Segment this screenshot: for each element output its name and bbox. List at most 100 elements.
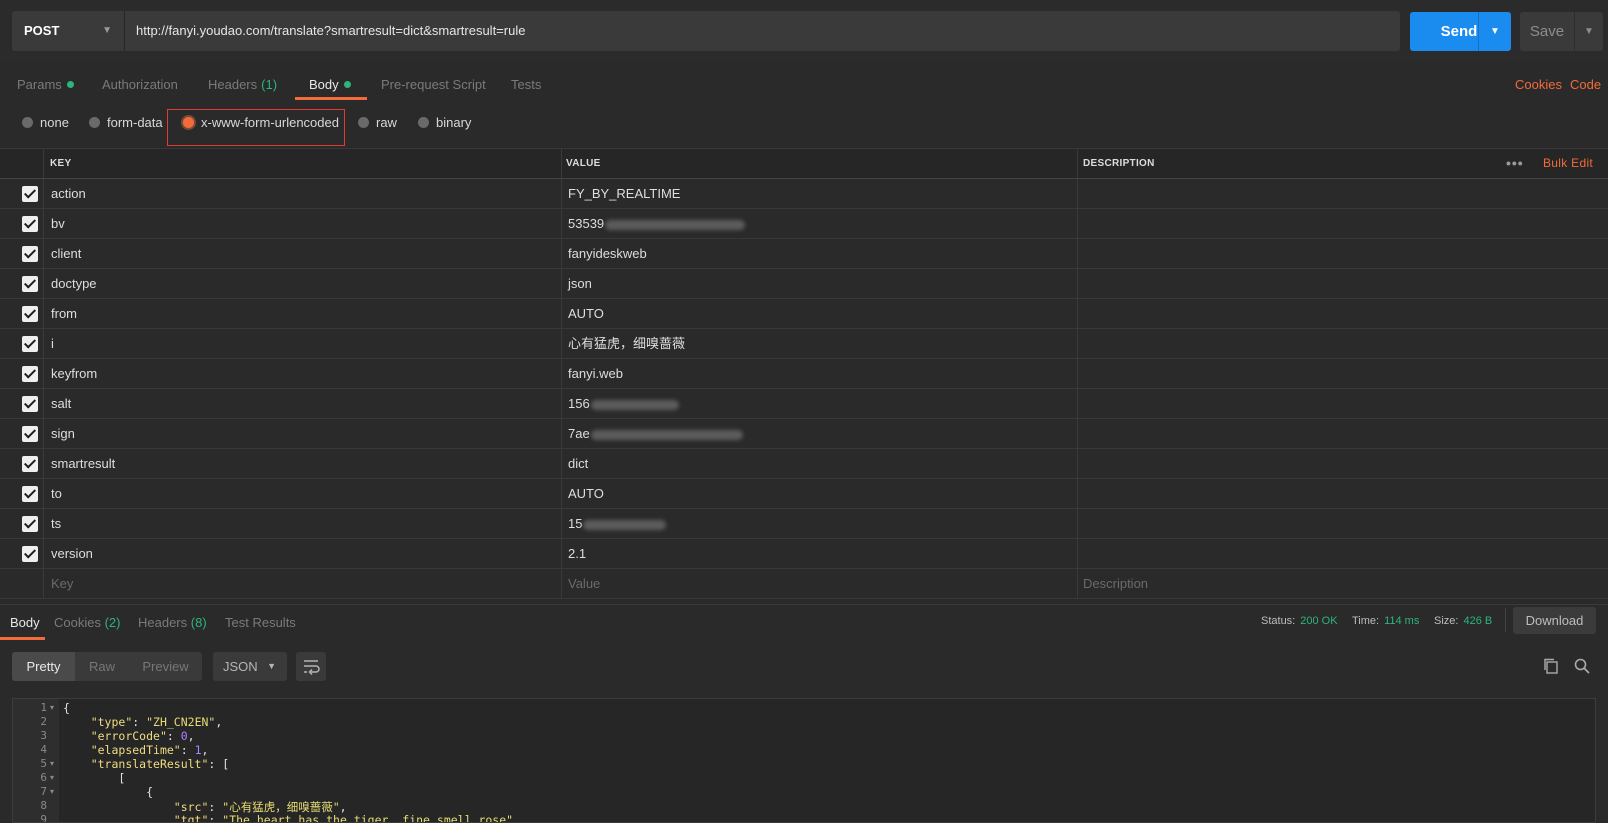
row-checkbox[interactable] (22, 546, 38, 562)
row-checkbox[interactable] (22, 396, 38, 412)
param-key[interactable]: to (51, 479, 62, 508)
param-value[interactable]: fanyi.web (568, 359, 623, 388)
param-description[interactable] (1083, 269, 1583, 298)
row-checkbox[interactable] (22, 426, 38, 442)
param-description[interactable] (1083, 359, 1583, 388)
redacted-blur (605, 219, 746, 230)
param-key[interactable]: keyfrom (51, 359, 97, 388)
param-description[interactable] (1083, 449, 1583, 478)
param-key[interactable]: ts (51, 509, 61, 538)
param-value[interactable]: 15 (568, 509, 667, 538)
param-key[interactable]: client (51, 239, 81, 268)
param-value[interactable]: json (568, 269, 592, 298)
row-checkbox[interactable] (22, 456, 38, 472)
param-key[interactable]: salt (51, 389, 71, 418)
param-description[interactable] (1083, 389, 1583, 418)
param-value[interactable]: 心有猛虎，细嗅蔷薇 (568, 329, 685, 358)
param-description[interactable] (1083, 179, 1583, 208)
cookies-link[interactable]: Cookies (1515, 77, 1562, 92)
param-description[interactable] (1083, 239, 1583, 268)
response-tab-headers[interactable]: Headers (8) (138, 615, 207, 630)
param-value[interactable]: AUTO (568, 479, 604, 508)
tab-headers[interactable]: Headers (1) (208, 75, 277, 101)
new-description-input[interactable]: Description (1083, 569, 1148, 598)
more-options-icon[interactable]: ••• (1506, 149, 1524, 178)
row-checkbox[interactable] (22, 516, 38, 532)
param-value[interactable]: fanyideskweb (568, 239, 647, 268)
tab-tests[interactable]: Tests (511, 75, 541, 101)
response-tab-cookies[interactable]: Cookies (2) (54, 615, 120, 630)
row-checkbox[interactable] (22, 486, 38, 502)
divider (1077, 389, 1078, 418)
row-checkbox[interactable] (22, 366, 38, 382)
param-value[interactable]: FY_BY_REALTIME (568, 179, 680, 208)
url-input[interactable]: http://fanyi.youdao.com/translate?smartr… (124, 11, 1400, 51)
param-key[interactable]: sign (51, 419, 75, 448)
param-description[interactable] (1083, 509, 1583, 538)
param-key[interactable]: i (51, 329, 54, 358)
row-checkbox[interactable] (22, 246, 38, 262)
save-options-button[interactable]: ▼ (1574, 12, 1603, 51)
response-tab-test-results[interactable]: Test Results (225, 615, 296, 630)
copy-icon[interactable] (1543, 658, 1559, 674)
tab-authorization[interactable]: Authorization (102, 75, 178, 101)
response-code-editor[interactable]: 1▾2345▾6▾7▾8910 { "type": "ZH_CN2EN", "e… (12, 698, 1596, 823)
new-key-input[interactable]: Key (51, 569, 73, 598)
param-value[interactable]: AUTO (568, 299, 604, 328)
tab-prerequest-script[interactable]: Pre-request Script (381, 75, 486, 101)
param-key[interactable]: doctype (51, 269, 97, 298)
divider (561, 149, 562, 178)
radio-binary[interactable]: binary (418, 112, 471, 134)
row-checkbox[interactable] (22, 336, 38, 352)
fold-arrow-icon[interactable]: ▾ (50, 787, 54, 796)
view-preview-button[interactable]: Preview (129, 652, 202, 681)
param-value[interactable]: 7ae (568, 419, 743, 448)
code-line: "errorCode": 0, (90, 729, 195, 743)
param-value[interactable]: 156 (568, 389, 679, 418)
active-tab-underline (295, 97, 367, 100)
fold-arrow-icon[interactable]: ▾ (50, 759, 54, 768)
time-meta: Time: 114 ms (1352, 615, 1419, 627)
param-value[interactable]: dict (568, 449, 588, 478)
code-link[interactable]: Code (1570, 77, 1601, 92)
param-key[interactable]: smartresult (51, 449, 115, 478)
response-tab-body[interactable]: Body (10, 615, 40, 630)
table-row: smartresult dict (0, 449, 1608, 479)
param-key[interactable]: bv (51, 209, 65, 238)
radio-raw[interactable]: raw (358, 112, 397, 134)
tab-params[interactable]: Params (17, 75, 74, 101)
radio-none[interactable]: none (22, 112, 69, 134)
param-description[interactable] (1083, 209, 1583, 238)
param-key[interactable]: version (51, 539, 93, 568)
search-icon[interactable] (1574, 658, 1590, 674)
param-description[interactable] (1083, 329, 1583, 358)
format-select[interactable]: JSON ▼ (213, 652, 287, 681)
param-value[interactable]: 2.1 (568, 539, 586, 568)
fold-arrow-icon[interactable]: ▾ (50, 703, 54, 712)
param-key[interactable]: from (51, 299, 77, 328)
new-value-input[interactable]: Value (568, 569, 600, 598)
row-checkbox[interactable] (22, 306, 38, 322)
bulk-edit-link[interactable]: Bulk Edit (1543, 149, 1593, 178)
fold-arrow-icon[interactable]: ▾ (50, 773, 54, 782)
param-description[interactable] (1083, 479, 1583, 508)
send-options-button[interactable]: ▼ (1478, 12, 1511, 51)
download-button[interactable]: Download (1513, 607, 1596, 634)
save-button[interactable]: Save (1520, 12, 1574, 51)
wrap-lines-button[interactable] (296, 652, 326, 681)
radio-x-www-form-urlencoded[interactable]: x-www-form-urlencoded (183, 112, 339, 134)
row-checkbox[interactable] (22, 186, 38, 202)
view-raw-button[interactable]: Raw (75, 652, 129, 681)
param-value[interactable]: 53539 (568, 209, 746, 238)
method-select[interactable]: POST ▼ (12, 11, 124, 51)
view-pretty-button[interactable]: Pretty (12, 652, 75, 681)
param-description[interactable] (1083, 419, 1583, 448)
param-description[interactable] (1083, 539, 1583, 568)
row-checkbox[interactable] (22, 276, 38, 292)
row-checkbox[interactable] (22, 216, 38, 232)
divider (561, 299, 562, 328)
radio-form-data[interactable]: form-data (89, 112, 163, 134)
size-label: Size: (1434, 615, 1459, 627)
param-key[interactable]: action (51, 179, 86, 208)
param-description[interactable] (1083, 299, 1583, 328)
